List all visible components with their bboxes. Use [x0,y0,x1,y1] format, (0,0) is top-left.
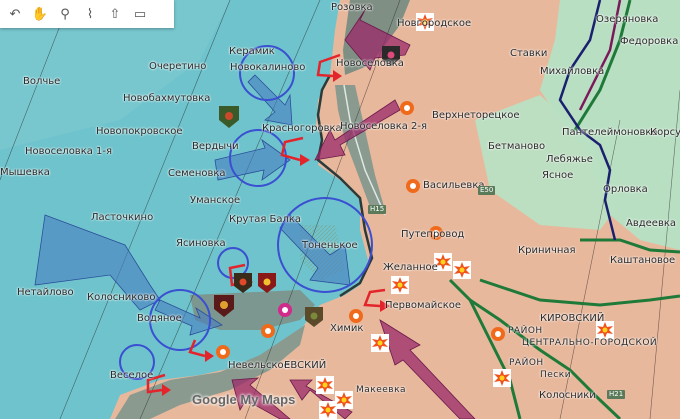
place-label: Розовка [331,2,373,13]
place-label: Новокалиново [230,62,306,73]
place-label: Федоровка [620,36,679,47]
place-label: Новоселовка 2-я [340,121,428,132]
district-label: Макеевка [356,385,407,395]
place-label: Авдеевка [626,218,677,229]
marker-icon[interactable]: ⚲ [54,3,76,25]
place-label: Первомайское [385,300,462,311]
place-label: Верхнеторецкое [432,110,520,121]
place-label: Желанное [383,262,438,273]
place-label: Озеряновка [596,14,659,25]
place-label: Волчье [23,76,61,87]
place-label: Семеновка [168,168,226,179]
district-label: Пески [540,370,572,380]
road-label: E50 [478,186,496,195]
place-label: Колосники [539,390,596,401]
place-label: Новоселовка [336,58,404,69]
place-label: Михайловка [540,66,605,77]
road-label: H21 [607,390,626,399]
place-label: Новобахмутовка [123,93,211,104]
ruler-icon[interactable]: ▭ [129,3,151,25]
district-label: ЦЕНТРАЛЬНО-ГОРОДСКОЙ [522,338,658,348]
place-label: Путепровод [401,229,465,240]
place-label: Орловка [603,184,648,195]
place-label: Веселое [110,370,154,381]
place-label: Новопокровское [96,126,183,137]
place-label: Ясное [542,170,574,181]
map-toolbar: ↶ ✋ ⚲ ⌇ ⇧ ▭ [0,0,174,28]
place-label: Керамик [229,46,275,57]
place-label: Вердычи [192,141,239,152]
polygon-icon[interactable]: ⌇ [79,3,101,25]
place-label: Бетманово [488,141,546,152]
place-label: Невельское [228,360,290,371]
map-canvas[interactable]: ↶ ✋ ⚲ ⌇ ⇧ ▭ Розовка Новгородское Озеряно… [0,0,680,419]
district-label: РАЙОН [509,358,544,368]
place-label: Лебяжье [546,154,593,165]
place-label: Мышевка [0,167,50,178]
place-label: Нетайлово [17,287,74,298]
directions-icon[interactable]: ⇧ [104,3,126,25]
place-label: Крутая Балка [229,214,302,225]
place-label: Васильевка [423,180,485,191]
place-label: Уманское [190,195,241,206]
google-mymaps-logo: Google My Maps [192,392,296,407]
place-label: Красногоровка [262,123,342,134]
place-label: Каштановое [610,255,676,266]
road-label: H15 [368,205,387,214]
undo-icon[interactable]: ↶ [4,3,26,25]
place-label: Новгородское [397,18,472,29]
place-label: ЕВСКИЙ [284,360,327,371]
place-label: Криничная [518,245,576,256]
place-label: Водяное [137,313,182,324]
place-label: Ласточкино [91,212,154,223]
place-label: Пантелеймоновка [562,127,658,138]
place-label: КИРОВСКИЙ [540,313,605,324]
place-label: Химик [330,323,364,334]
place-label: Ясиновка [176,238,226,249]
place-label: Тоненькое [302,240,358,251]
place-label: Корсун [650,127,680,138]
place-label: Новоселовка 1-я [25,146,113,157]
pan-hand-icon[interactable]: ✋ [29,3,51,25]
place-label: Колосниково [87,292,156,303]
place-label: Очеретино [149,61,207,72]
place-label: Ставки [510,48,548,59]
district-label: РАЙОН [508,326,543,336]
